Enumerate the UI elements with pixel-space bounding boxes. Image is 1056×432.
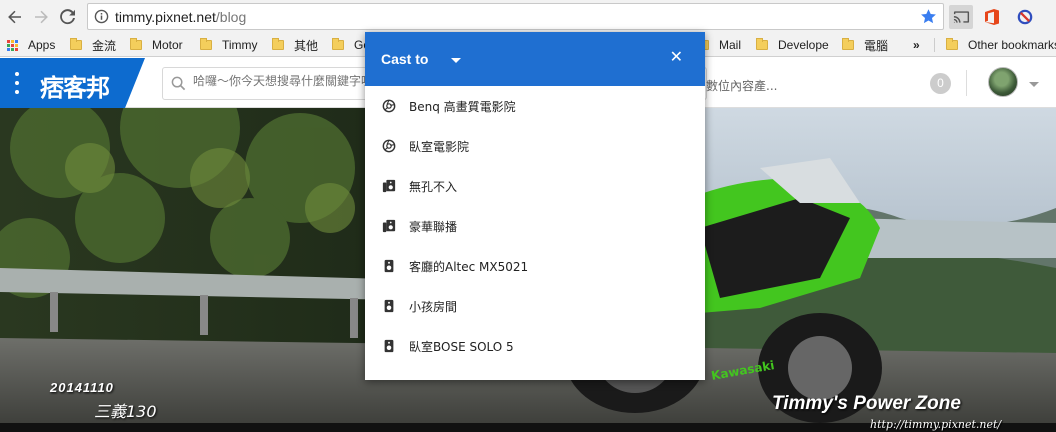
cast-device-label: 客廳的Altec MX5021 [409, 259, 529, 274]
speaker-group-icon [382, 179, 396, 193]
cast-device-item[interactable]: Benq 高畫質電影院 [365, 86, 705, 126]
cast-title[interactable]: Cast to [381, 51, 428, 67]
address-bar[interactable]: timmy.pixnet.net/blog [87, 3, 944, 30]
cast-device-item[interactable]: 小孩房間 [365, 286, 705, 326]
reload-button[interactable] [57, 6, 79, 28]
bookmark-folder[interactable]: 電腦 [842, 36, 888, 54]
bookmark-folder[interactable]: 金流 [70, 36, 116, 54]
folder-icon [130, 38, 142, 50]
cast-device-item[interactable]: 豪華聯播 [365, 206, 705, 246]
avatar[interactable] [988, 67, 1018, 97]
cast-device-label: 小孩房間 [409, 299, 458, 314]
cast-dialog: Cast to ✕ Benq 高畫質電影院 臥室電影院 無孔不入 豪華聯播 客廳… [365, 32, 705, 380]
bookmark-folder[interactable]: Timmy [200, 36, 258, 54]
block-icon [1017, 9, 1033, 25]
bookmark-folder-other[interactable]: Other bookmarks [946, 36, 1056, 54]
bookmark-label: Timmy [222, 38, 258, 52]
search-suggestion-text: 數位內容產... [706, 79, 778, 93]
speaker-icon [382, 299, 396, 313]
bookmark-label: 電腦 [864, 38, 889, 53]
office-icon [985, 9, 999, 25]
banner-title[interactable]: Timmy's Power Zone [772, 393, 961, 415]
banner-url: http://timmy.pixnet.net/ [870, 418, 1002, 431]
bookmark-label: Mail [719, 38, 742, 52]
header-divider [966, 70, 967, 96]
folder-icon [842, 38, 854, 50]
block-extension-button[interactable] [1013, 5, 1037, 29]
reload-icon [60, 9, 75, 25]
folder-icon [272, 38, 284, 50]
cast-device-item[interactable]: 臥室電影院 [365, 126, 705, 166]
cast-device-item[interactable]: 臥室BOSE SOLO 5 [365, 326, 705, 366]
bookmark-label: Motor [152, 38, 183, 52]
close-icon[interactable]: ✕ [670, 49, 683, 67]
bookmark-folder[interactable]: Develope [756, 36, 829, 54]
cast-header: Cast to ✕ [365, 32, 705, 86]
search-icon [171, 76, 186, 91]
cast-device-item[interactable]: 無孔不入 [365, 166, 705, 206]
folder-icon [946, 38, 958, 50]
folder-icon [756, 38, 768, 50]
url-text: timmy.pixnet.net/blog [115, 9, 246, 25]
cast-device-item[interactable]: 客廳的Altec MX5021 [365, 246, 705, 286]
speaker-group-icon [382, 219, 396, 233]
bookmark-label: Apps [28, 38, 56, 52]
cast-source-dropdown-icon[interactable] [451, 58, 461, 63]
overflow-label: » [913, 38, 920, 52]
cast-device-label: Benq 高畫質電影院 [409, 99, 516, 114]
folder-icon [70, 38, 82, 50]
cast-device-label: 臥室BOSE SOLO 5 [409, 339, 514, 354]
bookmark-label: 金流 [92, 38, 117, 53]
forward-arrow-icon [35, 10, 48, 24]
bookmark-label: 其他 [294, 38, 319, 53]
speaker-icon [382, 339, 396, 353]
chromecast-icon [382, 99, 396, 113]
chevron-down-icon[interactable] [1029, 82, 1039, 87]
back-button[interactable] [4, 6, 26, 28]
bookmark-label: Other bookmarks [968, 38, 1056, 52]
chromecast-icon [382, 139, 396, 153]
cast-device-label: 臥室電影院 [409, 139, 470, 154]
cast-device-label: 無孔不入 [409, 179, 458, 194]
cast-icon [953, 11, 969, 23]
bookmarks-overflow-button[interactable]: » [913, 36, 920, 54]
bookmark-folder[interactable]: 其他 [272, 36, 318, 54]
cast-device-list: Benq 高畫質電影院 臥室電影院 無孔不入 豪華聯播 客廳的Altec MX5… [365, 86, 705, 366]
banner-date: 20141110 [50, 380, 114, 395]
speaker-icon [382, 259, 396, 273]
site-logo[interactable]: 痞客邦 [40, 68, 110, 103]
url-path: /blog [215, 9, 247, 25]
browser-window: timmy.pixnet.net/blog Apps 金流 Motor Timm… [0, 0, 1056, 432]
url-host: timmy.pixnet.net [115, 9, 216, 25]
bookmark-folder[interactable]: Motor [130, 36, 183, 54]
info-icon[interactable] [94, 9, 109, 24]
back-arrow-icon [8, 10, 21, 24]
folder-icon [332, 38, 344, 50]
forward-button[interactable] [30, 6, 52, 28]
bookmark-label: Develope [778, 38, 829, 52]
menu-dots-icon[interactable] [15, 72, 19, 94]
bookmark-star-icon[interactable] [920, 8, 937, 25]
apps-grid-icon [7, 39, 18, 51]
bookmarks-divider [934, 38, 935, 52]
banner-location: 三義130 [94, 402, 157, 421]
office-extension-button[interactable] [980, 5, 1004, 29]
cast-extension-button[interactable] [949, 5, 973, 29]
bookmark-apps[interactable]: Apps [7, 36, 55, 54]
browser-toolbar: timmy.pixnet.net/blog [0, 0, 1056, 33]
cast-device-label: 豪華聯播 [409, 219, 458, 234]
folder-icon [200, 38, 212, 50]
notification-badge[interactable]: 0 [930, 73, 951, 94]
